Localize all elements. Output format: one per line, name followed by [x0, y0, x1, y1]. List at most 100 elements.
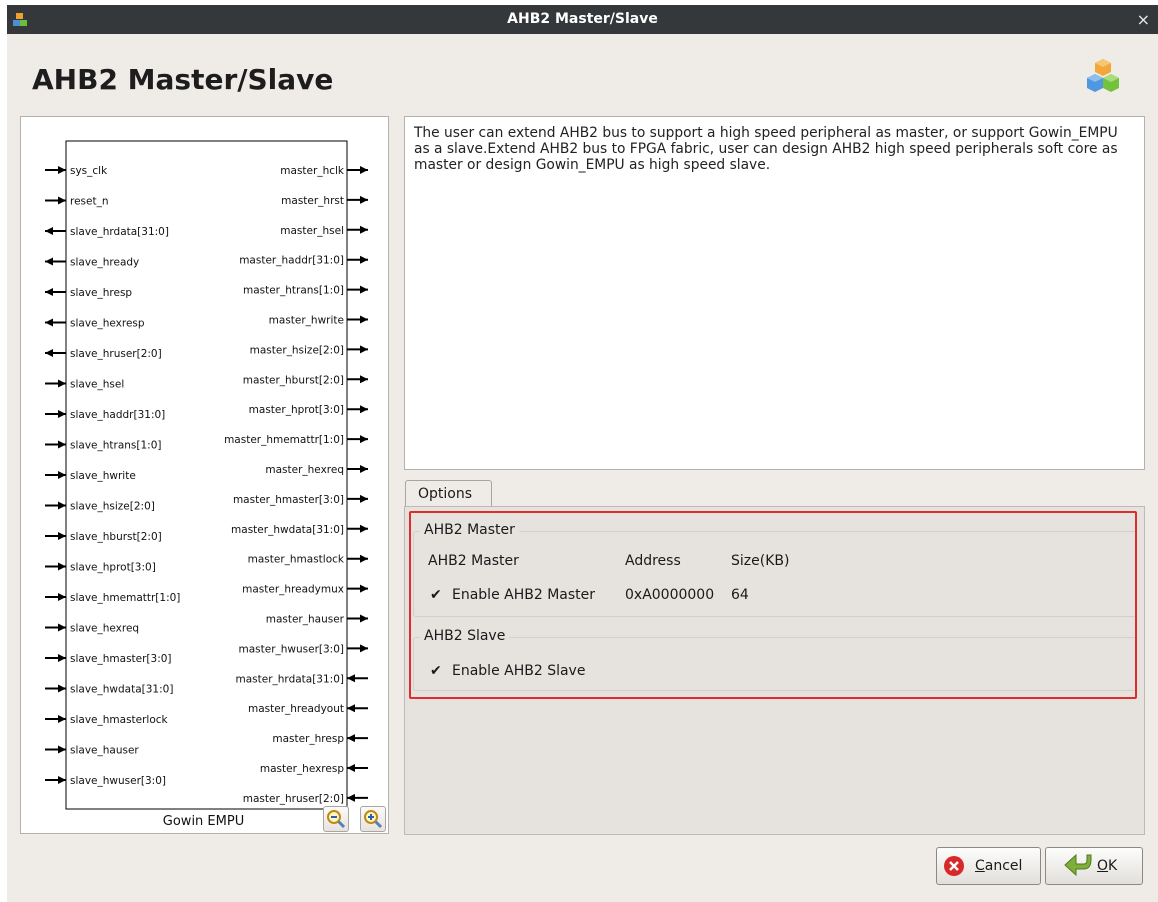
port-slave-hauser-label: slave_hauser: [70, 745, 139, 757]
block-name: Gowin EMPU: [163, 814, 244, 829]
port-slave-hmemattr-1-0-label: slave_hmemattr[1:0]: [70, 592, 180, 604]
port-sys-clk-arrowhead: [58, 166, 66, 174]
port-master-hrdata-31-0-label: master_hrdata[31:0]: [236, 673, 345, 685]
port-master-hburst-2-0-arrowhead: [360, 375, 368, 384]
port-master-hwuser-3-0-label: master_hwuser[3:0]: [238, 643, 344, 655]
description-text: The user can extend AHB2 bus to support …: [414, 125, 1118, 173]
port-master-hreadymux-arrowhead: [360, 584, 368, 593]
ok-label: K: [1108, 858, 1118, 874]
port-master-hrdata-31-0-arrowhead: [347, 674, 355, 683]
port-slave-hsel-arrowhead: [58, 379, 66, 388]
tab-options-label: Options: [418, 486, 473, 502]
port-master-hmemattr-1-0-label: master_hmemattr[1:0]: [224, 434, 344, 446]
port-master-hsize-2-0-arrowhead: [360, 345, 368, 354]
port-slave-hexreq-arrowhead: [58, 623, 66, 632]
port-master-hmaster-3-0-label: master_hmaster[3:0]: [233, 494, 344, 506]
port-master-hwdata-31-0-arrowhead: [360, 524, 368, 533]
port-slave-haddr-31-0-arrowhead: [58, 410, 66, 418]
port-master-hclk-label: master_hclk: [280, 165, 345, 177]
port-master-hresp-arrowhead: [347, 734, 355, 743]
port-master-hmaster-3-0-arrowhead: [360, 494, 368, 503]
port-master-hsel-label: master_hsel: [280, 225, 344, 237]
port-slave-hwdata-31-0-arrowhead: [58, 684, 66, 693]
port-master-hburst-2-0-label: master_hburst[2:0]: [243, 374, 344, 386]
port-master-haddr-31-0-arrowhead: [360, 255, 368, 264]
cancel-label: ancel: [984, 858, 1023, 874]
port-master-htrans-1-0-arrowhead: [360, 285, 368, 294]
port-slave-hmasterlock-label: slave_hmasterlock: [70, 714, 169, 726]
port-slave-hexreq-label: slave_hexreq: [70, 623, 139, 635]
port-master-hauser-label: master_hauser: [266, 614, 345, 626]
ok-button[interactable]: OK: [1045, 847, 1143, 885]
port-master-hreadyout-label: master_hreadyout: [248, 703, 344, 715]
dialog-window: AHB2 Master/Slave × AHB2 Master/Slave Go…: [7, 5, 1158, 902]
port-master-hresp-label: master_hresp: [272, 733, 344, 745]
port-master-hmastlock-arrowhead: [360, 554, 368, 563]
port-slave-hexresp-arrowhead: [45, 318, 53, 327]
zoom-in-button[interactable]: [360, 806, 386, 832]
port-master-hmastlock-label: master_hmastlock: [248, 554, 345, 566]
cubes-logo-icon: [1087, 59, 1119, 92]
port-slave-hwuser-3-0-arrowhead: [58, 776, 66, 784]
ok-mnemonic: O: [1097, 858, 1109, 874]
port-slave-hmaster-3-0-label: slave_hmaster[3:0]: [70, 653, 172, 665]
port-master-hwuser-3-0-arrowhead: [360, 644, 368, 653]
port-reset-n-arrowhead: [58, 196, 66, 205]
close-icon[interactable]: ×: [1137, 10, 1150, 29]
port-master-hreadyout-arrowhead: [347, 704, 355, 713]
port-slave-hsel-label: slave_hsel: [70, 379, 124, 391]
port-slave-hsize-2-0-label: slave_hsize[2:0]: [70, 501, 155, 513]
cancel-mnemonic: C: [975, 858, 985, 874]
port-master-hexreq-label: master_hexreq: [265, 464, 344, 476]
zoom-out-button[interactable]: [323, 806, 349, 832]
port-master-hmemattr-1-0-arrowhead: [360, 435, 368, 444]
port-slave-haddr-31-0-label: slave_haddr[31:0]: [70, 409, 165, 421]
port-slave-hmaster-3-0-arrowhead: [58, 654, 66, 662]
tab-options[interactable]: Options: [405, 480, 492, 508]
cancel-x-icon: [944, 856, 964, 876]
port-slave-hwdata-31-0-label: slave_hwdata[31:0]: [70, 684, 173, 696]
port-sys-clk-label: sys_clk: [70, 165, 108, 177]
port-slave-hwrite-label: slave_hwrite: [70, 470, 136, 482]
port-slave-hrdata-31-0-label: slave_hrdata[31:0]: [70, 226, 169, 238]
port-slave-hready-arrowhead: [45, 257, 53, 266]
title-bar: AHB2 Master/Slave ×: [7, 5, 1158, 34]
highlight-box: [409, 511, 1137, 699]
ok-arrow-icon: [1064, 853, 1092, 877]
description-box: The user can extend AHB2 bus to support …: [404, 116, 1145, 470]
port-slave-hburst-2-0-arrowhead: [58, 532, 66, 540]
port-slave-hresp-label: slave_hresp: [70, 287, 132, 299]
port-slave-hruser-2-0-label: slave_hruser[2:0]: [70, 348, 162, 360]
port-master-hauser-arrowhead: [360, 614, 368, 623]
port-master-hexreq-arrowhead: [360, 465, 368, 473]
port-master-hrst-label: master_hrst: [281, 195, 344, 207]
port-master-hexresp-arrowhead: [347, 764, 355, 772]
port-master-hwrite-label: master_hwrite: [269, 315, 344, 327]
port-master-hclk-arrowhead: [360, 166, 368, 174]
port-master-hruser-2-0-arrowhead: [347, 793, 355, 802]
port-slave-hresp-arrowhead: [45, 288, 53, 296]
zoom-out-icon: [327, 810, 346, 829]
port-slave-htrans-1-0-arrowhead: [58, 440, 66, 449]
port-master-hsize-2-0-label: master_hsize[2:0]: [250, 344, 344, 356]
block-diagram-panel: Gowin EMPU sys_clk reset_n slave_hrdata[31:…: [20, 116, 389, 834]
port-slave-hburst-2-0-label: slave_hburst[2:0]: [70, 531, 162, 543]
port-slave-hruser-2-0-arrowhead: [45, 349, 53, 357]
page-title: AHB2 Master/Slave: [32, 63, 334, 96]
port-slave-hprot-3-0-label: slave_hprot[3:0]: [70, 562, 156, 574]
port-master-hwdata-31-0-label: master_hwdata[31:0]: [231, 524, 344, 536]
port-master-hwrite-arrowhead: [360, 315, 368, 324]
port-master-hprot-3-0-label: master_hprot[3:0]: [249, 404, 344, 416]
port-slave-hrdata-31-0-arrowhead: [45, 227, 53, 235]
port-slave-hready-label: slave_hready: [70, 257, 139, 269]
port-master-hruser-2-0-label: master_hruser[2:0]: [243, 793, 344, 805]
block-diagram: Gowin EMPU sys_clk reset_n slave_hrdata[31:…: [45, 140, 368, 829]
port-slave-hwuser-3-0-label: slave_hwuser[3:0]: [70, 775, 166, 787]
port-slave-hsize-2-0-arrowhead: [58, 501, 66, 510]
port-master-hreadymux-label: master_hreadymux: [242, 584, 344, 596]
port-master-hprot-3-0-arrowhead: [360, 405, 368, 414]
port-master-hexresp-label: master_hexresp: [260, 763, 344, 775]
port-slave-hmemattr-1-0-arrowhead: [58, 593, 66, 601]
cancel-button[interactable]: Cancel: [936, 847, 1041, 885]
port-slave-hwrite-arrowhead: [58, 471, 66, 479]
